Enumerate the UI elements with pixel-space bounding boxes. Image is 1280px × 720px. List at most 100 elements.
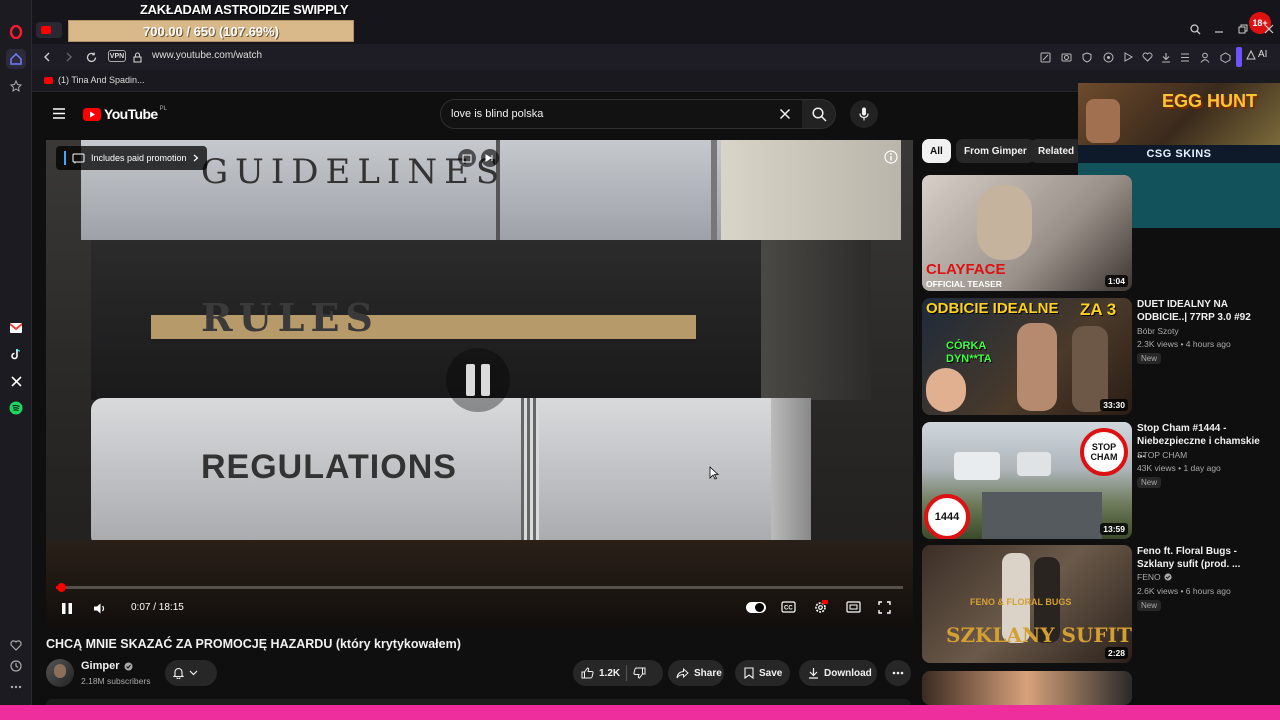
autoplay-toggle[interactable] <box>746 602 766 613</box>
profile-icon[interactable] <box>1198 50 1212 64</box>
verified-icon <box>1164 573 1172 581</box>
search-button[interactable] <box>802 99 836 129</box>
chip-related[interactable]: Related <box>1030 139 1083 163</box>
vpn-badge[interactable]: VPN <box>108 50 126 62</box>
bookmark-label: (1) Tina And Spadin... <box>58 75 145 85</box>
channel-name[interactable]: Gimper <box>81 660 120 672</box>
thumbnail-subtitle-text: OFFICIAL TEASER <box>926 279 1002 289</box>
back-icon[interactable] <box>40 50 54 64</box>
recommendation-channel-row[interactable]: FENO <box>1137 572 1172 582</box>
shield-icon[interactable] <box>1080 50 1094 64</box>
more-actions-button[interactable] <box>885 660 911 686</box>
stream-goal-title: ZAKŁADAM ASTROIDZIE SWIPPLY <box>140 2 349 17</box>
chip-from-channel[interactable]: From Gimper <box>956 139 1035 163</box>
search-tabs-icon[interactable] <box>1188 22 1202 36</box>
download-button[interactable]: Download <box>799 660 877 686</box>
heart-icon[interactable] <box>6 635 26 655</box>
avatar-face <box>54 664 66 678</box>
recommendation-thumbnail[interactable] <box>922 671 1132 705</box>
gmail-icon[interactable] <box>6 318 26 338</box>
seek-bar[interactable] <box>56 583 903 592</box>
channel-name-row[interactable]: Gimper <box>81 660 133 672</box>
lock-icon[interactable] <box>130 50 144 64</box>
voice-search-button[interactable] <box>850 100 878 128</box>
book-label-regulations: REGULATIONS <box>201 448 457 486</box>
skip-icon[interactable] <box>481 149 499 167</box>
dislike-button[interactable] <box>633 667 646 679</box>
bookmark-item[interactable]: (1) Tina And Spadin... <box>44 75 145 85</box>
notifications-button[interactable] <box>165 660 217 686</box>
subtitles-icon[interactable]: CC <box>781 601 796 613</box>
recommendation-thumbnail[interactable]: FENO & FLORAL BUGS SZKLANY SUFIT 2:28 <box>922 545 1132 663</box>
home-icon[interactable] <box>6 49 26 69</box>
url-text[interactable]: www.youtube.com/watch <box>152 50 262 61</box>
recommendation-channel[interactable]: FENO <box>1137 572 1161 582</box>
youtube-page: YouTube PL GUIDELINES RULES REGULATION <box>32 83 1280 705</box>
settings-gear-icon[interactable] <box>813 600 828 615</box>
forward-icon[interactable] <box>62 50 76 64</box>
book-stripe <box>521 398 539 548</box>
reload-icon[interactable] <box>84 50 98 64</box>
opera-sidebar <box>0 0 32 720</box>
restore-icon[interactable] <box>1236 22 1250 36</box>
center-pause-icon[interactable] <box>446 348 510 412</box>
recommendation-thumbnail[interactable]: ODBICIE IDEALNE ZA 3 CÓRKA DYN**TA 33:30 <box>922 298 1132 415</box>
star-icon[interactable] <box>6 76 26 96</box>
recommendation-thumbnail[interactable]: CLAYFACE OFFICIAL TEASER 1:04 <box>922 175 1132 291</box>
chevron-right-icon <box>193 154 198 162</box>
like-button[interactable]: 1.2K <box>581 667 620 679</box>
history-icon[interactable] <box>6 656 26 676</box>
opera-logo-icon[interactable] <box>6 22 26 42</box>
puzzle-icon[interactable] <box>1101 50 1115 64</box>
volume-button[interactable] <box>93 602 107 615</box>
youtube-logo[interactable]: YouTube PL <box>83 106 167 122</box>
info-icon[interactable] <box>884 150 898 164</box>
more-icon[interactable] <box>6 677 26 697</box>
browser-tab[interactable] <box>36 22 62 38</box>
chip-all[interactable]: All <box>922 139 951 163</box>
book-pages <box>761 240 871 400</box>
ad-artwork: EGG HUNT <box>1078 83 1280 145</box>
share-button[interactable]: Share <box>668 660 724 686</box>
spotify-icon[interactable] <box>6 398 26 418</box>
paid-promotion-accent <box>64 151 66 165</box>
address-bar-row: VPN www.youtube.com/watch AI <box>32 44 1280 70</box>
subscriber-count: 2.18M subscribers <box>81 676 151 686</box>
player-icon[interactable] <box>1121 50 1135 64</box>
recommendation-channel[interactable]: STOP CHAM <box>1137 449 1187 462</box>
edit-icon[interactable] <box>1038 50 1052 64</box>
close-window-icon[interactable] <box>1262 22 1276 36</box>
sidebar-scrollbar[interactable] <box>1270 228 1274 698</box>
thumbnail-title-text: ODBICIE IDEALNE <box>926 300 1059 317</box>
recommendation-title[interactable]: Feno ft. Floral Bugs - Szklany sufit (pr… <box>1137 545 1262 571</box>
camera-icon[interactable] <box>1059 50 1073 64</box>
video-player[interactable]: GUIDELINES RULES REGULATIONS Includes pa… <box>46 140 913 628</box>
video-duration: 13:59 <box>1100 523 1128 535</box>
clear-search-icon[interactable] <box>779 108 791 120</box>
like-divider <box>626 665 628 681</box>
pause-button[interactable] <box>61 602 73 615</box>
save-button[interactable]: Save <box>735 660 790 686</box>
channel-avatar[interactable] <box>46 659 74 687</box>
ad-character <box>1086 99 1120 143</box>
recommendation-thumbnail[interactable]: STOP CHAM 1444 13:59 <box>922 422 1132 539</box>
search-input[interactable] <box>451 106 751 122</box>
aria-button[interactable]: AI <box>1246 49 1267 60</box>
search-box[interactable] <box>440 99 804 129</box>
paid-promotion-badge[interactable]: Includes paid promotion <box>56 146 207 170</box>
recommendation-channel[interactable]: Bóbr Szoty <box>1137 325 1179 338</box>
book-stripe <box>711 140 717 240</box>
tiktok-icon[interactable] <box>6 344 26 364</box>
seek-bar-handle[interactable] <box>57 583 66 592</box>
favorites-heart-icon[interactable] <box>1140 50 1154 64</box>
download-icon[interactable] <box>1159 50 1173 64</box>
fullscreen-icon[interactable] <box>878 601 891 614</box>
recommendation-title[interactable]: DUET IDEALNY NA ODBICIE..| 77RP 3.0 #92 <box>1137 298 1262 324</box>
cube-icon[interactable] <box>1218 50 1232 64</box>
miniplayer-icon[interactable] <box>458 149 476 167</box>
menu-lines-icon[interactable] <box>1178 50 1192 64</box>
minimize-icon[interactable] <box>1212 22 1226 36</box>
theater-mode-icon[interactable] <box>846 601 861 613</box>
guide-menu-icon[interactable] <box>52 108 66 119</box>
x-twitter-icon[interactable] <box>6 371 26 391</box>
